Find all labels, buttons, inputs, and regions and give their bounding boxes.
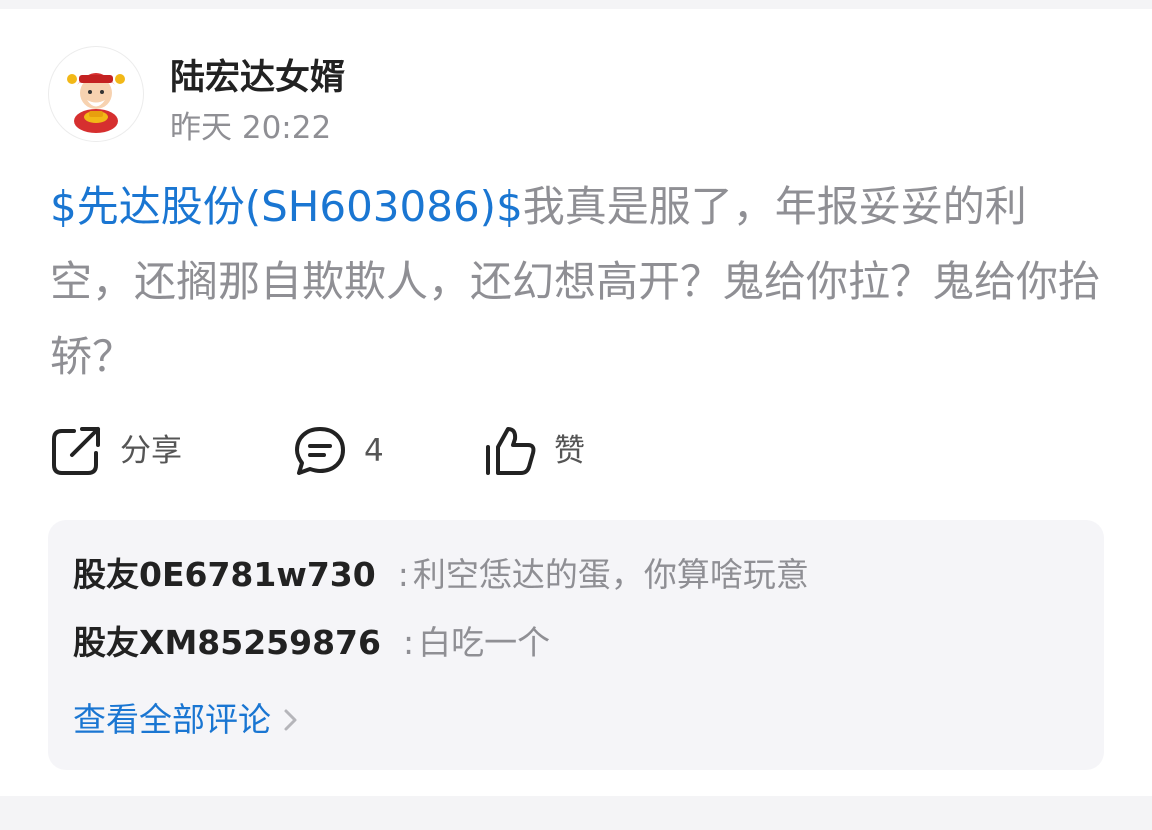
comment-item[interactable]: 股友XM85259876: 白吃一个 — [73, 620, 550, 666]
like-button[interactable]: 赞 — [482, 421, 585, 481]
share-label: 分享 — [120, 433, 182, 469]
comment-bubble-icon — [292, 423, 348, 479]
comment-author[interactable]: 股友XM85259876 — [73, 623, 381, 662]
share-button[interactable]: 分享 — [48, 421, 182, 481]
comment-text: 利空恁达的蛋，你算啥玩意 — [412, 555, 809, 594]
comment-button[interactable]: 4 — [292, 421, 384, 481]
view-all-comments-link[interactable]: 查看全部评论 — [73, 697, 299, 743]
stock-link[interactable]: $先达股份(SH603086)$ — [50, 182, 523, 231]
like-label: 赞 — [554, 433, 585, 469]
comment-text: 白吃一个 — [418, 623, 551, 662]
comment-author[interactable]: 股友0E6781w730 — [73, 555, 376, 594]
chevron-right-icon — [283, 707, 299, 733]
comment-count: 4 — [364, 433, 384, 469]
avatar[interactable] — [48, 46, 144, 142]
comments-preview: 股友0E6781w730: 利空恁达的蛋，你算啥玩意 股友XM85259876: 白… — [48, 520, 1104, 770]
post-card[interactable]: 陆宏达女婿 昨天 20:22 $先达股份(SH603086)$我真是服了，年报妥… — [0, 9, 1152, 796]
share-icon — [48, 423, 104, 479]
view-all-comments-label: 查看全部评论 — [73, 700, 271, 739]
avatar-illustration — [67, 73, 125, 133]
bottom-divider — [0, 796, 1152, 830]
top-divider — [0, 0, 1152, 9]
post-content: $先达股份(SH603086)$我真是服了，年报妥妥的利空，还搁那自欺欺人，还幻… — [50, 169, 1110, 394]
thumbs-up-icon — [482, 423, 538, 479]
comment-separator: : — [402, 623, 415, 662]
comment-item[interactable]: 股友0E6781w730: 利空恁达的蛋，你算啥玩意 — [73, 552, 809, 598]
post-timestamp: 昨天 20:22 — [170, 110, 332, 146]
author-name[interactable]: 陆宏达女婿 — [170, 53, 345, 103]
comment-separator: : — [397, 555, 409, 594]
